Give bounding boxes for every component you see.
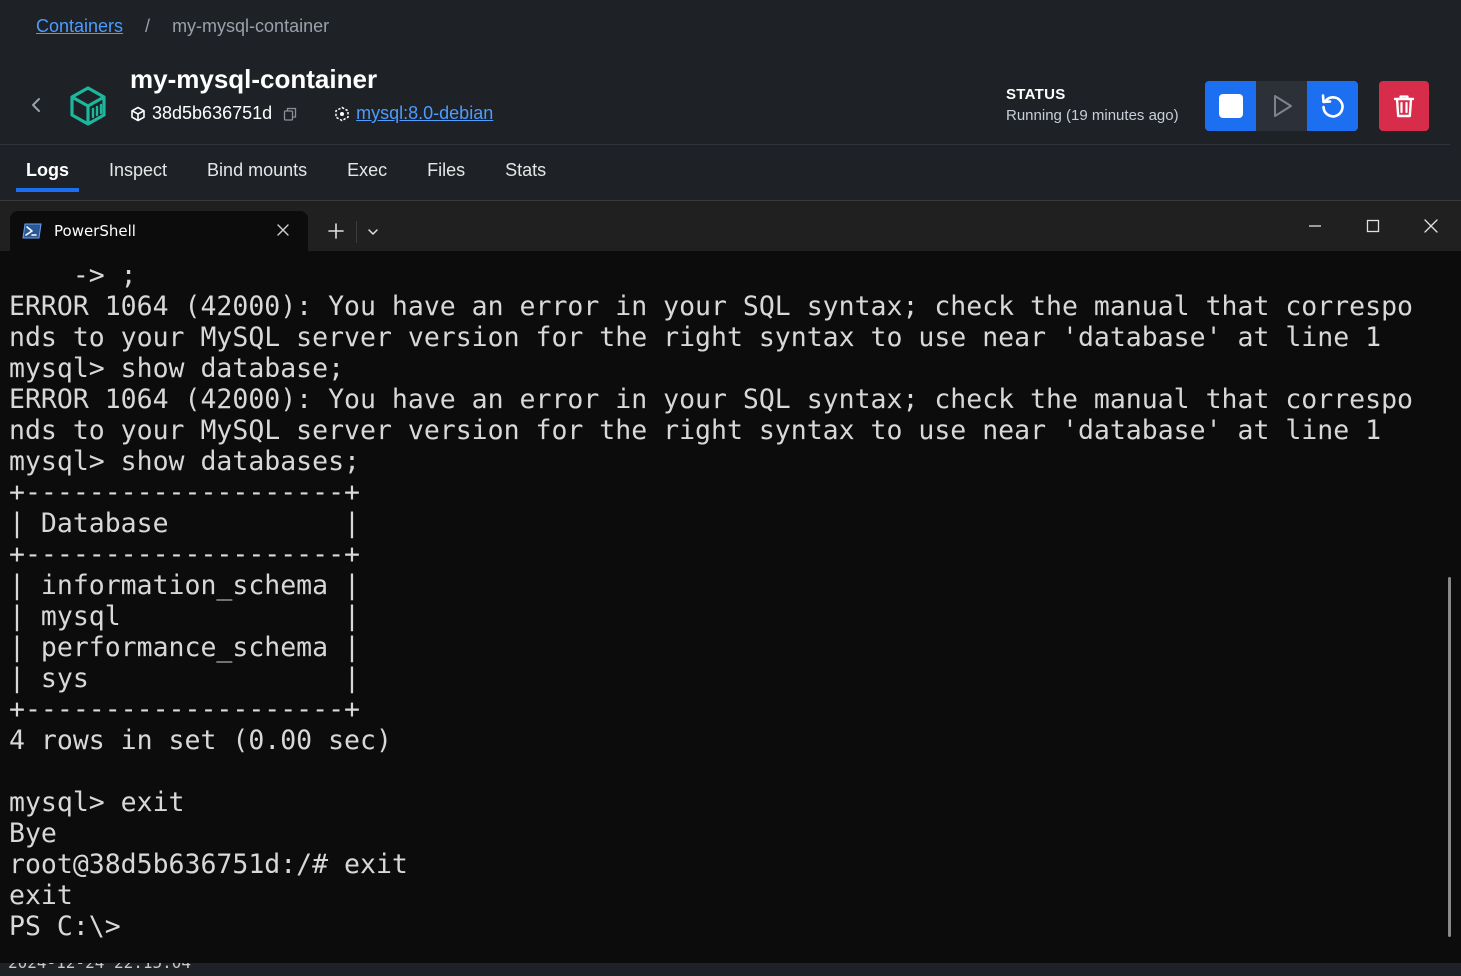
play-icon	[1273, 95, 1292, 117]
header-divider	[0, 144, 1450, 145]
breadcrumb-current: my-mysql-container	[172, 16, 330, 36]
terminal-line: +--------------------+	[9, 694, 360, 725]
image-link[interactable]: mysql:8.0-debian	[356, 103, 493, 124]
minimize-icon	[1309, 225, 1321, 227]
terminal-output[interactable]: -> ; ERROR 1064 (42000): You have an erro…	[9, 260, 1413, 942]
container-icon	[70, 86, 106, 126]
tab-inspect[interactable]: Inspect	[109, 150, 167, 192]
powershell-icon	[22, 223, 42, 239]
status-block: STATUS Running (19 minutes ago)	[1006, 86, 1179, 124]
container-actions	[1205, 81, 1358, 131]
terminal-line: ERROR 1064 (42000): You have an error in…	[9, 384, 1413, 415]
terminal-line: 4 rows in set (0.00 sec)	[9, 725, 392, 756]
terminal-line: nds to your MySQL server version for the…	[9, 322, 1382, 353]
terminal-line: -> ;	[9, 260, 137, 291]
breadcrumb: Containers / my-mysql-container	[36, 16, 329, 37]
plus-icon[interactable]	[326, 221, 346, 241]
close-window-button[interactable]	[1416, 213, 1446, 239]
tab-stats[interactable]: Stats	[505, 150, 546, 192]
terminal-line: | Database |	[9, 508, 360, 539]
breadcrumb-separator: /	[145, 16, 151, 36]
container-tabs: Logs Inspect Bind mounts Exec Files Stat…	[16, 150, 586, 192]
container-id-icon	[131, 106, 145, 121]
terminal-line: +--------------------+	[9, 477, 360, 508]
minimize-button[interactable]	[1300, 213, 1330, 239]
terminal-line: Bye	[9, 818, 57, 849]
close-tab-icon[interactable]	[276, 223, 290, 237]
powershell-titlebar[interactable]: PowerShell	[0, 201, 1461, 251]
breadcrumb-containers-link[interactable]: Containers	[36, 16, 123, 36]
powershell-tab[interactable]: PowerShell	[10, 211, 308, 251]
tab-exec[interactable]: Exec	[347, 150, 387, 192]
terminal-line: | sys |	[9, 663, 360, 694]
tab-files[interactable]: Files	[427, 150, 465, 192]
chevron-down-icon[interactable]	[366, 225, 380, 239]
powershell-tab-label: PowerShell	[54, 222, 136, 240]
powershell-window: PowerShell -> ; ERROR 1064 (42000): You …	[0, 200, 1461, 963]
status-value: Running (19 minutes ago)	[1006, 107, 1179, 124]
restart-button[interactable]	[1307, 81, 1358, 131]
delete-button[interactable]	[1379, 81, 1429, 131]
terminal-line: PS C:\>	[9, 911, 121, 942]
status-label: STATUS	[1006, 86, 1066, 103]
terminal-line: +--------------------+	[9, 539, 360, 570]
terminal-line: | performance_schema |	[9, 632, 360, 663]
titlebar-separator	[356, 221, 357, 243]
terminal-line: ERROR 1064 (42000): You have an error in…	[9, 291, 1413, 322]
terminal-line: mysql> exit	[9, 787, 185, 818]
terminal-line: mysql> show database;	[9, 353, 345, 384]
stop-icon	[1218, 94, 1243, 118]
image-icon	[335, 106, 349, 121]
terminal-line: | information_schema |	[9, 570, 360, 601]
tab-logs[interactable]: Logs	[16, 150, 79, 192]
terminal-line: exit	[9, 880, 73, 911]
tab-bind-mounts[interactable]: Bind mounts	[207, 150, 307, 192]
container-id: 38d5b636751d	[152, 103, 273, 123]
maximize-icon	[1366, 219, 1380, 233]
restart-icon	[1321, 94, 1344, 118]
trash-icon	[1393, 95, 1415, 118]
start-button[interactable]	[1256, 81, 1307, 131]
terminal-line: | mysql |	[9, 601, 360, 632]
chevron-left-icon[interactable]	[28, 96, 46, 114]
terminal-line: mysql> show databases;	[9, 446, 360, 477]
close-icon	[1424, 219, 1438, 233]
container-name: my-mysql-container	[130, 64, 378, 94]
copy-icon[interactable]	[282, 106, 298, 122]
container-meta: 38d5b636751d mysql:8.0-debian	[130, 103, 493, 124]
terminal-line: nds to your MySQL server version for the…	[9, 415, 1382, 446]
terminal-line: root@38d5b636751d:/# exit	[9, 849, 408, 880]
stop-button[interactable]	[1205, 81, 1256, 131]
terminal-scrollbar[interactable]	[1448, 577, 1451, 937]
maximize-button[interactable]	[1358, 213, 1388, 239]
